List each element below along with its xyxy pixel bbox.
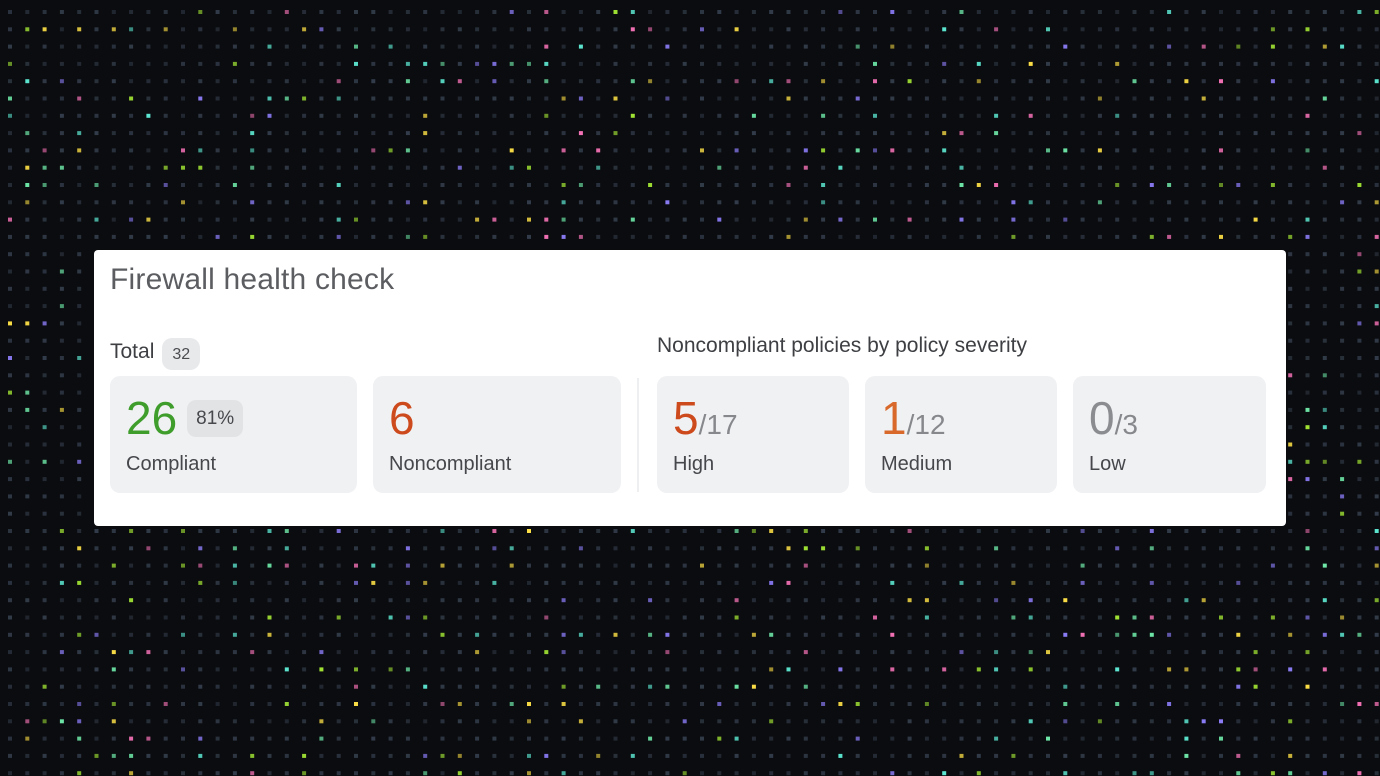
- high-label: High: [673, 453, 715, 475]
- section-divider: [637, 378, 639, 492]
- compliant-count: 26: [126, 392, 178, 444]
- compliant-tile[interactable]: 26 81% Compliant: [110, 376, 357, 493]
- low-count: 0: [1089, 392, 1115, 444]
- noncompliant-value-row: 6: [389, 392, 415, 444]
- severity-tile-high[interactable]: 5 /17 High: [657, 376, 849, 493]
- compliant-value-row: 26 81%: [126, 392, 244, 444]
- low-value-row: 0 /3: [1089, 392, 1138, 444]
- card-title: Firewall health check: [110, 263, 395, 296]
- total-summary: Total 32: [110, 334, 201, 370]
- severity-tile-low[interactable]: 0 /3 Low: [1073, 376, 1266, 493]
- medium-label: Medium: [881, 453, 953, 475]
- compliant-percent-badge: 81%: [187, 399, 244, 437]
- noncompliant-tile[interactable]: 6 Noncompliant: [373, 376, 621, 493]
- severity-tile-medium[interactable]: 1 /12 Medium: [865, 376, 1057, 493]
- medium-total: /12: [906, 409, 946, 440]
- low-label: Low: [1089, 453, 1126, 475]
- medium-count: 1: [881, 392, 907, 444]
- total-count-badge: 32: [162, 338, 201, 370]
- noncompliant-label: Noncompliant: [389, 453, 512, 475]
- high-value-row: 5 /17: [673, 392, 738, 444]
- medium-value-row: 1 /12: [881, 392, 946, 444]
- high-count: 5: [673, 392, 699, 444]
- compliant-label: Compliant: [126, 453, 217, 475]
- low-total: /3: [1114, 409, 1138, 440]
- high-total: /17: [698, 409, 738, 440]
- severity-heading: Noncompliant policies by policy severity: [657, 334, 1027, 357]
- firewall-health-card: Firewall health check Total 32 Noncompli…: [94, 250, 1286, 526]
- noncompliant-count: 6: [389, 392, 415, 444]
- total-label: Total: [110, 340, 155, 363]
